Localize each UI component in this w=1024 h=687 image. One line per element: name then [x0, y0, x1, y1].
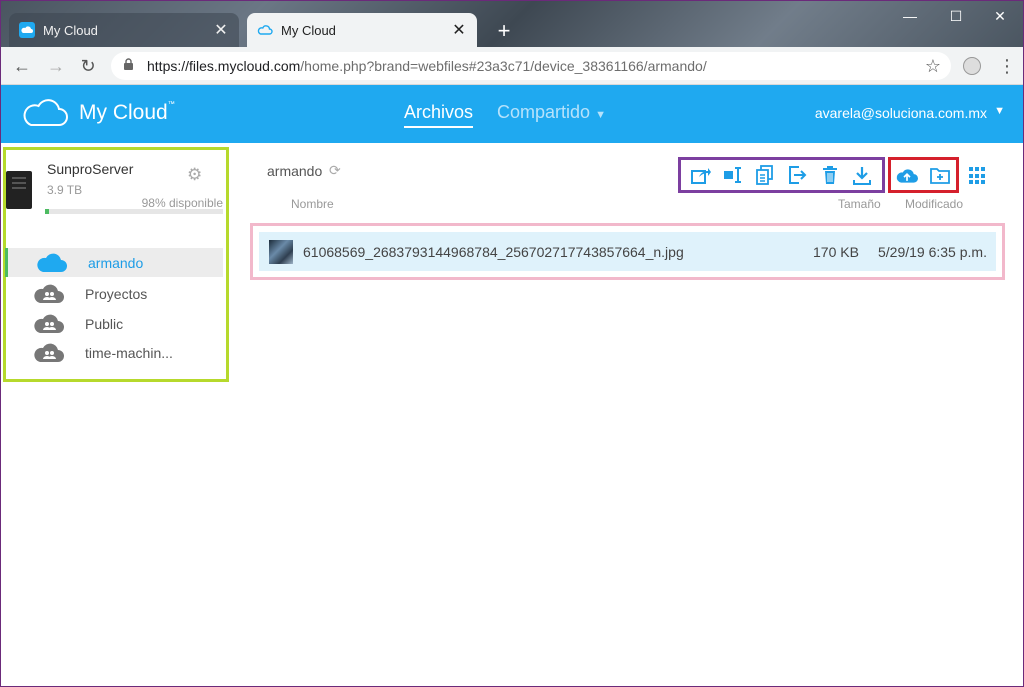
rename-icon[interactable]: [722, 164, 744, 186]
column-header-modified[interactable]: Modificado: [905, 197, 963, 211]
extension-icon[interactable]: [963, 57, 981, 75]
url-path: /home.php?brand=webfiles#23a3c71/device_…: [300, 58, 707, 74]
device-size: 3.9 TB: [47, 183, 83, 197]
sidebar-item-label: armando: [88, 254, 144, 271]
sidebar-item-label: Public: [85, 315, 124, 332]
image-thumbnail: [269, 239, 293, 264]
browser-toolbar: ← → ↻ https://files.mycloud.com/home.php…: [1, 47, 1023, 85]
file-actions-toolbar: [678, 157, 885, 193]
tab-mycloud-1[interactable]: My Cloud ✕: [9, 13, 239, 47]
nav-compartido[interactable]: Compartido ▼: [497, 102, 606, 123]
close-icon[interactable]: ✕: [451, 20, 467, 40]
device-name: SunproServer: [47, 161, 134, 177]
address-bar[interactable]: https://files.mycloud.com/home.php?brand…: [111, 52, 951, 80]
nav-archivos[interactable]: Archivos: [404, 102, 474, 128]
cloud-favicon-icon: [257, 22, 273, 38]
move-icon[interactable]: [787, 164, 809, 186]
available-space: 98% disponible: [141, 196, 223, 210]
mycloud-logo[interactable]: My Cloud™: [21, 98, 175, 128]
browser-window: My Cloud ✕ My Cloud ✕ + — ☐ ✕ ← → ↻ http…: [0, 0, 1024, 687]
shared-cloud-icon: [33, 284, 65, 304]
forward-arrow-icon[interactable]: →: [43, 53, 69, 79]
tab-strip: My Cloud ✕ My Cloud ✕ + — ☐ ✕: [1, 1, 1023, 47]
close-icon[interactable]: ✕: [213, 20, 229, 40]
column-header-name[interactable]: Nombre: [291, 197, 334, 211]
breadcrumb[interactable]: armando: [267, 163, 322, 179]
file-row[interactable]: 61068569_2683793144968784_25670271774385…: [259, 232, 996, 271]
cloud-icon: [36, 253, 68, 273]
browser-menu-icon[interactable]: ⋮: [997, 53, 1017, 79]
share-icon[interactable]: [690, 164, 712, 186]
chevron-down-icon: ▼: [595, 109, 606, 121]
trash-icon[interactable]: [819, 164, 841, 186]
minimize-button[interactable]: —: [887, 1, 933, 31]
shared-cloud-icon: [33, 343, 65, 363]
chevron-down-icon[interactable]: ▼: [994, 105, 1005, 117]
tab-mycloud-2[interactable]: My Cloud ✕: [247, 13, 477, 47]
cloud-upload-icon[interactable]: [896, 164, 919, 186]
sidebar-item-time-machine[interactable]: time-machin...: [5, 338, 223, 367]
back-arrow-icon[interactable]: ←: [9, 53, 35, 79]
file-name: 61068569_2683793144968784_25670271774385…: [303, 243, 684, 260]
file-modified: 5/29/19 6:35 p.m.: [878, 243, 987, 260]
new-folder-icon[interactable]: [929, 164, 951, 186]
lock-icon: [123, 58, 137, 74]
nas-device-icon: [6, 171, 32, 209]
capacity-bar: [45, 209, 223, 214]
sidebar-item-armando[interactable]: armando: [5, 248, 223, 277]
mycloud-favicon-icon: [19, 22, 35, 38]
app-header: My Cloud™ Archivos Compartido ▼ avarela@…: [1, 85, 1023, 143]
url-host: https://files.mycloud.com: [147, 58, 301, 74]
sidebar-item-public[interactable]: Public: [5, 309, 223, 338]
grid-view-icon[interactable]: [969, 167, 987, 185]
new-tab-button[interactable]: +: [491, 18, 517, 44]
column-header-size[interactable]: Tamaño: [838, 197, 881, 211]
user-menu[interactable]: avarela@soluciona.com.mx: [815, 105, 987, 121]
refresh-icon[interactable]: ⟳: [329, 162, 341, 179]
bookmark-star-icon[interactable]: ☆: [925, 56, 941, 77]
tab-title: My Cloud: [43, 22, 98, 38]
logo-text: My Cloud™: [79, 101, 175, 124]
upload-toolbar: [888, 157, 959, 193]
tab-title: My Cloud: [281, 22, 336, 38]
cloud-logo-icon: [23, 99, 68, 126]
file-list-highlight: 61068569_2683793144968784_25670271774385…: [250, 223, 1005, 280]
capacity-fill: [45, 209, 49, 214]
close-window-button[interactable]: ✕: [977, 1, 1023, 31]
shared-cloud-icon: [33, 314, 65, 334]
sidebar-item-label: time-machin...: [85, 344, 173, 361]
download-icon[interactable]: [851, 164, 873, 186]
sidebar: SunproServer 3.9 TB ⚙ 98% disponible arm…: [1, 143, 231, 687]
copy-icon[interactable]: [754, 164, 776, 186]
maximize-button[interactable]: ☐: [933, 1, 979, 31]
gear-icon[interactable]: ⚙: [187, 165, 202, 185]
sidebar-item-label: Proyectos: [85, 285, 148, 302]
sidebar-item-proyectos[interactable]: Proyectos: [5, 279, 223, 308]
file-size: 170 KB: [813, 243, 859, 260]
reload-icon[interactable]: ↻: [75, 53, 101, 79]
